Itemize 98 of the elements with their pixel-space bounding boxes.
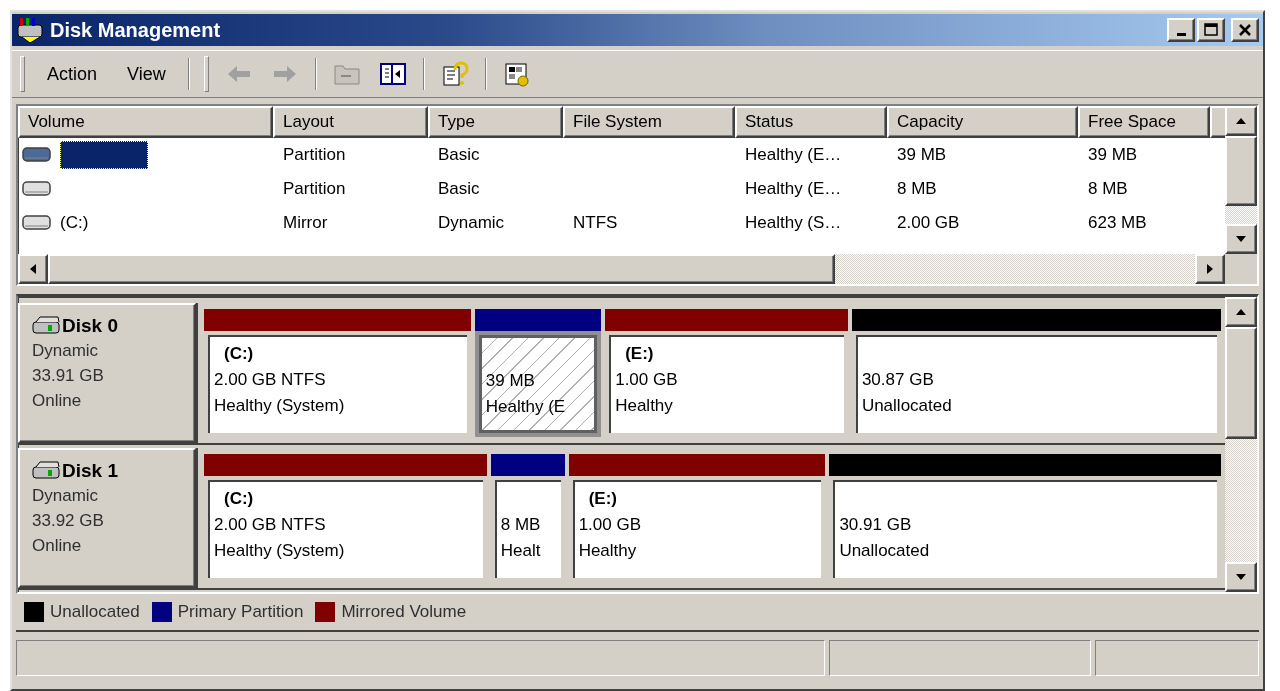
up-arrow-icon (1235, 308, 1247, 316)
table-cell-text: 39 MB (1087, 145, 1139, 165)
disk-status: Online (32, 535, 83, 557)
table-row[interactable]: Partition Basic Healthy (E… 8 MB 8 MB (18, 172, 1225, 206)
partition-size: 30.91 GB (839, 514, 913, 536)
left-arrow-icon (29, 263, 37, 275)
scroll-thumb[interactable] (48, 254, 835, 284)
up-arrow-icon (1235, 117, 1247, 125)
column-header[interactable]: Volume (18, 106, 273, 138)
partition-status: Healthy (615, 395, 674, 417)
split-pane-icon (378, 61, 407, 87)
table-cell-text: Healthy (S… (744, 213, 843, 233)
close-icon (1237, 23, 1253, 37)
table-cell-text: Partition (282, 179, 347, 199)
column-header[interactable]: Type (428, 106, 563, 138)
column-header[interactable]: Free Space (1078, 106, 1210, 138)
table-cell-text: 623 MB (1087, 213, 1148, 233)
partition-label: (C:) (224, 489, 254, 508)
right-arrow-icon (1206, 263, 1214, 275)
scroll-up-button[interactable] (1225, 106, 1257, 136)
disk-type: Dynamic (32, 485, 100, 507)
window-title: Disk Management (50, 18, 222, 42)
down-arrow-icon (1235, 573, 1247, 581)
table-cell-text: Dynamic (437, 213, 506, 233)
table-cell-text: 2.00 GB (896, 213, 961, 233)
partition-size: 30.87 GB (861, 369, 935, 391)
app-disk-icon (16, 17, 46, 43)
partition-block[interactable]: (E:) 1.00 GB Healthy (572, 480, 822, 578)
partition-block[interactable]: 30.91 GB Unallocated (833, 480, 1217, 578)
disk-info-panel[interactable]: Disk 1 Dynamic 33.92 GB Online (18, 448, 196, 588)
table-row[interactable]: Partition Basic Healthy (E… 39 MB 39 MB (18, 138, 1225, 172)
partition-label: (C:) (224, 344, 254, 363)
scroll-thumb[interactable] (1225, 327, 1257, 439)
partition-block[interactable]: (C:) 2.00 GB NTFS Healthy (System) (208, 480, 483, 578)
disk-type: Dynamic (32, 340, 100, 362)
table-cell-text: Healthy (E… (744, 145, 843, 165)
partition-size: 39 MB (485, 370, 536, 392)
scroll-up-button[interactable] (1225, 297, 1257, 327)
table-row[interactable]: (C:) Mirror Dynamic NTFS Healthy (S… 2.00 GB 623 MB (18, 206, 1225, 240)
legend-label: Mirrored Volume (341, 602, 467, 622)
settings-icon (502, 61, 531, 87)
table-cell-text: Partition (282, 145, 347, 165)
partition-label: (E:) (588, 489, 617, 508)
partition-size: 2.00 GB NTFS (214, 514, 327, 536)
partition-status: Healthy (578, 540, 638, 562)
partition-status: Healthy (E (485, 396, 567, 418)
disk-status: Online (32, 390, 83, 412)
partition-status: Unallocated (861, 395, 953, 417)
legend-label: Unallocated (50, 602, 140, 622)
table-cell-text: 8 MB (1087, 179, 1129, 199)
partition-status: Unallocated (839, 540, 931, 562)
legend-label: Primary Partition (177, 602, 304, 622)
table-cell-text: Basic (437, 179, 481, 199)
table-cell-text: Mirror (282, 213, 329, 233)
column-header[interactable]: File System (563, 106, 735, 138)
partition-block[interactable]: 30.87 GB Unallocated (855, 335, 1217, 433)
scrollbar-corner (1225, 254, 1257, 284)
partition-size: 8 MB (500, 514, 542, 536)
partition-block[interactable]: 8 MB Healt (494, 480, 561, 578)
help-icon (440, 61, 469, 87)
drive-icon (22, 146, 52, 164)
volume-name: (C:) (60, 213, 89, 233)
disk-drive-icon (32, 460, 62, 481)
drive-icon (22, 180, 52, 198)
partition-size: 1.00 GB (615, 369, 679, 391)
partition-block[interactable]: (C:) 2.00 GB NTFS Healthy (System) (208, 335, 467, 433)
table-cell-text: 8 MB (896, 179, 938, 199)
menu-item[interactable]: Action (35, 59, 110, 89)
partition-block[interactable]: (E:) 1.00 GB Healthy (609, 335, 844, 433)
down-arrow-icon (1235, 235, 1247, 243)
partition-status: Healt (500, 540, 542, 562)
scroll-down-button[interactable] (1225, 562, 1257, 592)
scroll-right-button[interactable] (1195, 254, 1225, 284)
partition-label: (E:) (625, 344, 654, 363)
partition-status: Healthy (System) (214, 540, 346, 562)
disk-name: Disk 0 (62, 314, 118, 338)
partition-size: 2.00 GB NTFS (214, 369, 327, 391)
scroll-left-button[interactable] (18, 254, 48, 284)
close-button[interactable] (1231, 18, 1259, 42)
scroll-down-button[interactable] (1225, 224, 1257, 254)
table-cell-text: 39 MB (896, 145, 948, 165)
table-cell-text: Healthy (E… (744, 179, 843, 199)
menu-item[interactable]: View (115, 59, 178, 89)
partition-block[interactable]: 39 MB Healthy (E (478, 335, 598, 433)
table-cell-text: NTFS (572, 213, 619, 233)
disk-size: 33.92 GB (32, 510, 105, 532)
disk-drive-icon (32, 315, 62, 336)
scroll-thumb[interactable] (1225, 136, 1257, 206)
column-header[interactable]: Capacity (887, 106, 1078, 138)
partition-size: 1.00 GB (578, 514, 642, 536)
partition-status: Healthy (System) (214, 395, 346, 417)
drive-icon (22, 214, 52, 232)
disk-name: Disk 1 (62, 459, 118, 483)
table-cell-text: Basic (437, 145, 481, 165)
column-header[interactable]: Layout (273, 106, 428, 138)
column-header[interactable]: Status (735, 106, 887, 138)
disk-info-panel[interactable]: Disk 0 Dynamic 33.91 GB Online (18, 303, 196, 443)
disk-size: 33.91 GB (32, 365, 105, 387)
